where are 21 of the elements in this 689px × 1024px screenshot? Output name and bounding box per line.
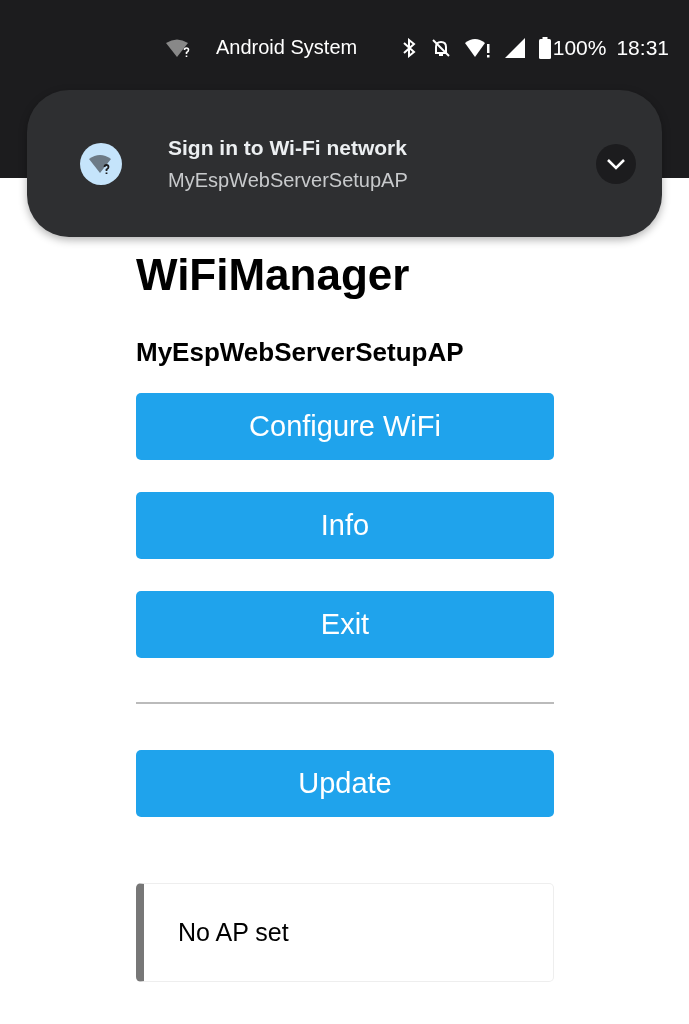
notification-title: Sign in to Wi-Fi network: [168, 135, 408, 160]
page-title: WiFiManager: [136, 249, 411, 301]
notification-text: MyEspWebServerSetupAP: [168, 168, 409, 192]
battery-percentage: 100%: [552, 35, 607, 60]
update-button[interactable]: Update: [136, 750, 554, 817]
battery-icon: [538, 36, 551, 59]
notifier-label: Android System: [216, 36, 358, 59]
expand-button[interactable]: [596, 143, 636, 184]
wifi-question-icon: [166, 38, 192, 57]
menu-button[interactable]: Exit: [136, 591, 554, 658]
wifi-alert-icon: [464, 37, 491, 58]
notification-card[interactable]: Sign in to Wi-Fi network MyEspWebServerSetupAP: [27, 90, 662, 237]
muted-bell-icon: [430, 37, 451, 58]
clock-time: 18:31: [616, 35, 669, 60]
menu-button[interactable]: Configure WiFi: [136, 393, 554, 460]
wifi-question-icon: [80, 142, 122, 185]
status-message: No AP set: [178, 918, 289, 947]
chevron-down-icon: [606, 157, 626, 170]
menu-button[interactable]: Info: [136, 492, 554, 559]
network-name: MyEspWebServerSetupAP: [136, 336, 465, 368]
signal-icon: [504, 37, 525, 58]
